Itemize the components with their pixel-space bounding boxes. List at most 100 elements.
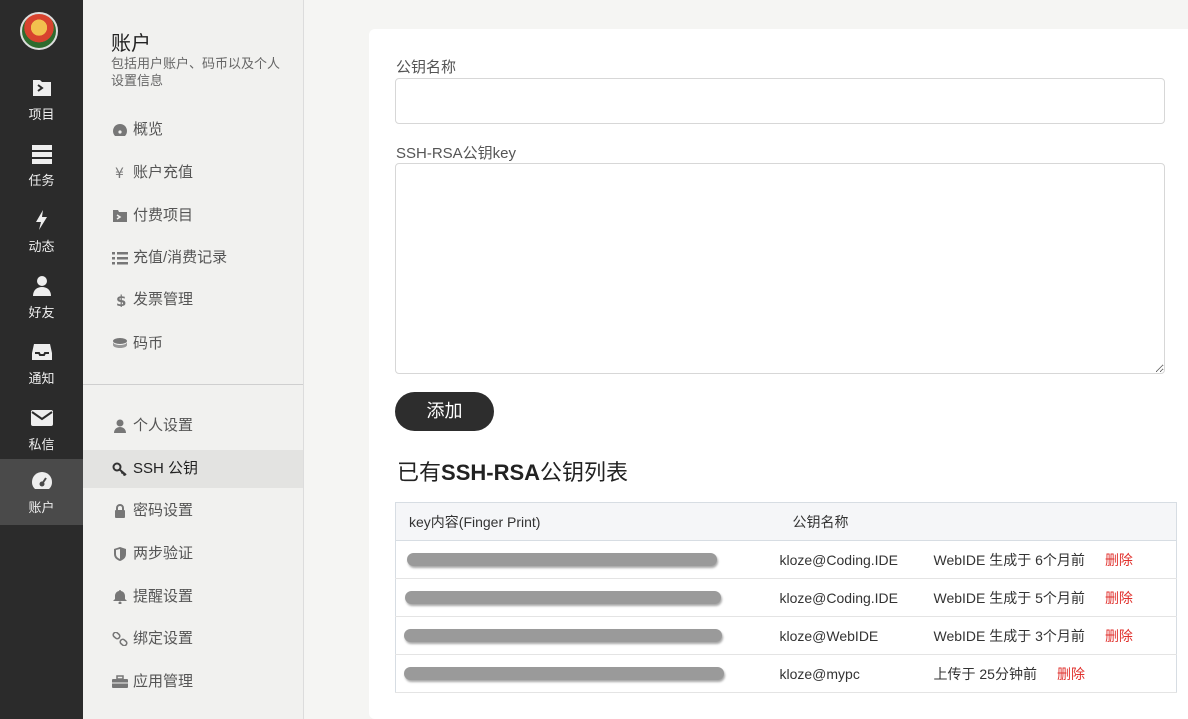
key-list-title: 已有SSH-RSA公钥列表 <box>397 455 628 487</box>
app-rail: 项目 任务 动态 好友 通知 私信 账户 <box>0 0 83 719</box>
key-meta-text: WebIDE 生成于 3个月前 <box>933 627 1085 644</box>
dashboard-icon <box>113 124 127 136</box>
key-name-cell: kloze@Coding.IDE <box>779 578 934 617</box>
lock-icon <box>115 504 125 518</box>
sidebar-item-label: 个人设置 <box>133 417 194 434</box>
key-meta-text: WebIDE 生成于 5个月前 <box>933 589 1085 606</box>
table-row: kloze@Coding.IDE WebIDE 生成于 5个月前 删除 <box>395 578 1177 617</box>
project-icon <box>113 210 127 222</box>
table-row: kloze@WebIDE WebIDE 生成于 3个月前 删除 <box>395 616 1177 655</box>
delete-link[interactable]: 删除 <box>1105 590 1133 606</box>
sidebar-item-label: 应用管理 <box>133 673 194 690</box>
rail-label: 任务 <box>28 173 55 188</box>
rail-label: 通知 <box>28 371 55 386</box>
sidebar-item-label: 账户充值 <box>133 164 194 181</box>
rail-label: 动态 <box>28 239 55 254</box>
ssh-key-table: key内容(Finger Print) 公钥名称 kloze@Coding.ID… <box>395 502 1177 693</box>
rail-label: 项目 <box>28 107 55 122</box>
bell-icon <box>113 590 127 604</box>
sidebar-item-label: SSH 公钥 <box>133 460 199 477</box>
delete-link[interactable]: 删除 <box>1105 552 1133 568</box>
sidebar-item-records[interactable]: 充值/消费记录 <box>83 239 303 277</box>
column-header-key-name: 公钥名称 <box>779 502 1177 541</box>
delete-link[interactable]: 删除 <box>1057 666 1085 682</box>
sidebar-description: 包括用户账户、码币以及个人设置信息 <box>111 56 281 88</box>
user-icon <box>114 419 126 433</box>
sidebar-item-overview[interactable]: 概览 <box>83 111 303 149</box>
sidebar-item-label: 密码设置 <box>133 502 194 519</box>
svg-text:$: $ <box>116 293 126 307</box>
rail-item-projects[interactable]: 项目 <box>0 66 83 132</box>
sidebar-item-paid-projects[interactable]: 付费项目 <box>83 197 303 235</box>
sidebar-item-label: 充值/消费记录 <box>133 249 228 266</box>
key-meta-cell: WebIDE 生成于 5个月前 删除 <box>933 578 1177 617</box>
table-row: kloze@Coding.IDE WebIDE 生成于 6个月前 删除 <box>395 540 1177 579</box>
sidebar-title: 账户 <box>111 33 151 55</box>
key-content-label: SSH-RSA公钥key <box>396 145 517 162</box>
sidebar-item-two-factor[interactable]: 两步验证 <box>83 535 303 573</box>
delete-link[interactable]: 删除 <box>1105 628 1133 644</box>
svg-text:¥: ¥ <box>115 166 124 180</box>
key-name-cell: kloze@WebIDE <box>779 616 934 655</box>
key-meta-text: 上传于 25分钟前 <box>933 665 1037 682</box>
fingerprint-redacted <box>405 591 721 604</box>
dashboard-icon <box>31 472 52 489</box>
rail-item-activity[interactable]: 动态 <box>0 198 83 264</box>
add-key-button[interactable]: 添加 <box>395 392 494 431</box>
sidebar-item-label: 两步验证 <box>133 545 194 562</box>
fingerprint-cell <box>395 578 780 617</box>
inbox-icon <box>31 344 52 360</box>
key-name-cell: kloze@Coding.IDE <box>779 540 934 579</box>
yen-icon: ¥ <box>115 166 124 180</box>
coins-icon <box>113 338 127 348</box>
user-avatar[interactable] <box>20 12 58 50</box>
sidebar-item-personal-settings[interactable]: 个人设置 <box>83 407 303 445</box>
key-meta-cell: WebIDE 生成于 3个月前 删除 <box>933 616 1177 655</box>
fingerprint-cell <box>395 616 780 655</box>
rail-item-notifications[interactable]: 通知 <box>0 330 83 396</box>
key-content-textarea[interactable] <box>395 163 1165 374</box>
key-meta-cell: 上传于 25分钟前 删除 <box>933 654 1177 693</box>
key-name-input[interactable] <box>395 78 1165 124</box>
key-list-title-suffix: 公钥列表 <box>540 460 629 485</box>
rail-label: 账户 <box>28 500 55 515</box>
sidebar-item-label: 发票管理 <box>133 291 194 308</box>
key-name-cell: kloze@mypc <box>779 654 934 693</box>
link-icon <box>112 632 128 646</box>
key-list-title-bold: SSH-RSA <box>441 460 541 485</box>
sidebar-item-reminders[interactable]: 提醒设置 <box>83 578 303 616</box>
key-meta-text: WebIDE 生成于 6个月前 <box>933 551 1085 568</box>
column-header-fingerprint: key内容(Finger Print) <box>395 502 780 541</box>
sidebar-item-ssh-keys[interactable]: SSH 公钥 <box>83 450 303 488</box>
rail-item-messages[interactable]: 私信 <box>0 396 83 462</box>
fingerprint-redacted <box>404 667 724 680</box>
sidebar-item-label: 绑定设置 <box>133 630 194 647</box>
sidebar-divider <box>83 384 303 385</box>
envelope-icon <box>30 410 53 426</box>
rail-label: 好友 <box>28 305 55 320</box>
sidebar-item-label: 概览 <box>133 121 164 138</box>
sidebar-item-apps[interactable]: 应用管理 <box>83 663 303 701</box>
fingerprint-cell <box>395 654 780 693</box>
sidebar-item-label: 提醒设置 <box>133 588 194 605</box>
task-icon <box>31 145 52 164</box>
fingerprint-redacted <box>407 553 717 566</box>
dollar-icon: $ <box>116 293 126 307</box>
key-meta-cell: WebIDE 生成于 6个月前 删除 <box>933 540 1177 579</box>
key-list-title-prefix: 已有 <box>397 460 442 485</box>
sidebar-item-label: 码币 <box>133 335 164 352</box>
list-icon <box>112 252 128 265</box>
table-header-row: key内容(Finger Print) 公钥名称 <box>395 502 1177 541</box>
rail-item-account[interactable]: 账户 <box>0 459 83 525</box>
sidebar-item-password[interactable]: 密码设置 <box>83 492 303 530</box>
sidebar-item-recharge[interactable]: ¥ 账户充值 <box>83 154 303 192</box>
briefcase-icon <box>112 675 128 688</box>
rail-item-friends[interactable]: 好友 <box>0 264 83 330</box>
key-icon <box>112 462 127 476</box>
rail-item-tasks[interactable]: 任务 <box>0 132 83 198</box>
sidebar-item-invoice[interactable]: $ 发票管理 <box>83 281 303 319</box>
key-name-label: 公钥名称 <box>396 59 457 76</box>
sidebar-item-coins[interactable]: 码币 <box>83 325 303 363</box>
user-icon <box>32 276 51 296</box>
sidebar-item-bindings[interactable]: 绑定设置 <box>83 620 303 658</box>
